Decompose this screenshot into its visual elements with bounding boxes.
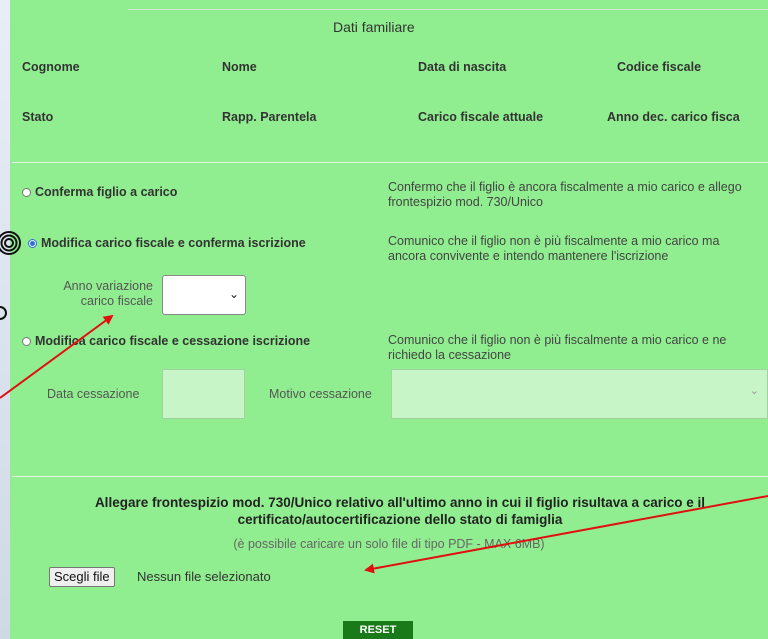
arrow-to-file-upload (364, 495, 768, 574)
arrow-to-anno-select (0, 314, 114, 399)
annotation-arrows (0, 314, 768, 574)
